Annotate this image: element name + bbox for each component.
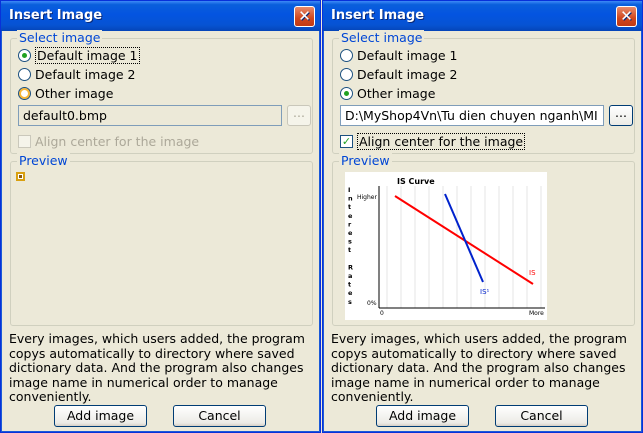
select-image-group: Select image Default image 1 Default ima…	[332, 30, 635, 154]
align-center-checkbox[interactable]: Align center for the image	[18, 132, 199, 150]
y-axis-letter: t	[348, 203, 351, 211]
insert-image-dialog-left: Insert Image ✕ Select image Default imag…	[0, 0, 321, 433]
radio-label: Other image	[35, 85, 114, 101]
add-image-button[interactable]: Add image	[54, 405, 147, 427]
chart-title: IS Curve	[397, 177, 435, 186]
info-text: Every images, which users added, the pro…	[9, 331, 305, 404]
cancel-button[interactable]: Cancel	[495, 405, 588, 427]
browse-button[interactable]: ...	[287, 105, 311, 126]
y-axis-letter: e	[348, 229, 353, 237]
radio-label: Default image 1	[357, 47, 458, 63]
cancel-button[interactable]: Cancel	[173, 405, 266, 427]
browse-button[interactable]: ...	[609, 105, 633, 126]
title-bar[interactable]: Insert Image ✕	[323, 1, 642, 31]
close-icon[interactable]: ✕	[294, 6, 315, 27]
window-title: Insert Image	[331, 8, 425, 23]
preview-label: Preview	[17, 153, 70, 168]
checkbox-label: Align center for the image	[35, 133, 200, 149]
radio-button-icon[interactable]	[340, 86, 353, 100]
broken-image-icon	[16, 172, 25, 181]
radio-button-icon[interactable]	[340, 48, 353, 62]
image-path-field[interactable]: default0.bmp	[18, 105, 282, 126]
radio-button-icon[interactable]	[18, 86, 31, 100]
preview-group: Preview	[10, 153, 313, 326]
y-axis-letter: e	[348, 212, 353, 220]
y-top-label: Higher	[357, 194, 377, 201]
title-bar[interactable]: Insert Image ✕	[1, 1, 320, 31]
radio-label: Default image 2	[35, 66, 136, 82]
add-image-button[interactable]: Add image	[376, 405, 469, 427]
preview-group: Preview IS Curve InterestRates Higher 0%…	[332, 153, 635, 326]
close-icon[interactable]: ✕	[616, 6, 637, 27]
y-axis-letter: t	[348, 281, 351, 289]
checkbox-label: Align center for the image	[357, 132, 526, 150]
radio-button-icon[interactable]	[18, 48, 31, 62]
select-image-group: Select image Default image 1 Default ima…	[10, 30, 313, 154]
y-axis-letter: s	[348, 298, 352, 306]
checkbox-icon[interactable]: ✓	[340, 134, 353, 148]
preview-label: Preview	[339, 153, 392, 168]
window-title: Insert Image	[9, 8, 103, 23]
x-right-label: More	[529, 310, 544, 317]
radio-default-image-2[interactable]: Default image 2	[18, 65, 136, 83]
checkbox-icon[interactable]	[18, 134, 31, 148]
radio-default-image-2[interactable]: Default image 2	[340, 65, 458, 83]
select-image-label: Select image	[339, 30, 425, 45]
y-axis-letter: n	[348, 195, 353, 203]
select-image-label: Select image	[17, 30, 103, 45]
y-axis-letter: a	[348, 272, 352, 280]
is-curve-preview-image: IS Curve InterestRates Higher 0% 0 More …	[345, 172, 547, 320]
info-text: Every images, which users added, the pro…	[331, 331, 627, 404]
y-axis-letter: s	[348, 238, 352, 246]
align-center-checkbox[interactable]: ✓ Align center for the image	[340, 132, 526, 150]
radio-label: Default image 1	[35, 46, 140, 64]
y-axis-letter: e	[348, 289, 353, 297]
radio-other-image[interactable]: Other image	[18, 84, 113, 102]
x-left-label: 0	[380, 310, 384, 317]
insert-image-dialog-right: Insert Image ✕ Select image Default imag…	[322, 0, 643, 433]
is1-label: IS¹	[480, 288, 490, 296]
radio-default-image-1[interactable]: Default image 1	[340, 46, 458, 64]
image-path-field[interactable]: D:\MyShop4Vn\Tu dien chuyen nganh\MI	[340, 105, 604, 126]
y-bottom-label: 0%	[367, 300, 377, 307]
radio-label: Default image 2	[357, 66, 458, 82]
radio-default-image-1[interactable]: Default image 1	[18, 46, 140, 64]
is-label: IS	[529, 269, 536, 277]
radio-other-image[interactable]: Other image	[340, 84, 435, 102]
radio-label: Other image	[357, 85, 436, 101]
y-axis-letter: I	[348, 186, 350, 194]
y-axis-letter: R	[348, 263, 353, 271]
radio-button-icon[interactable]	[18, 67, 31, 81]
y-axis-letter: t	[348, 246, 351, 254]
radio-button-icon[interactable]	[340, 67, 353, 81]
